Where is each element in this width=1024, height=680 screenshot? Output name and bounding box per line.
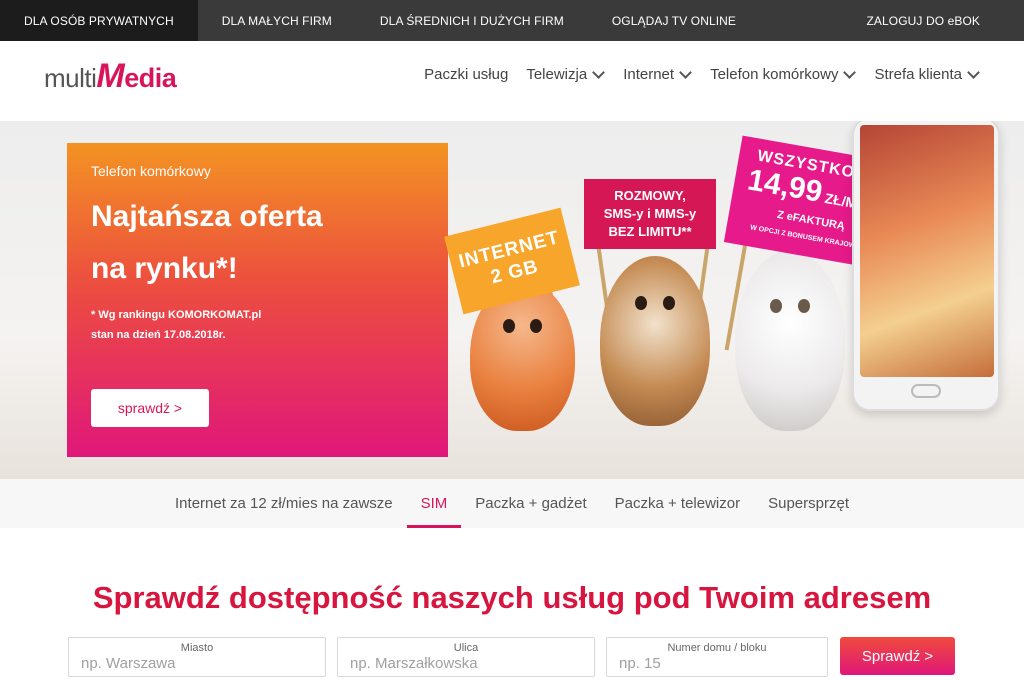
city-field[interactable]: Miasto	[68, 637, 326, 677]
unlimited-sign-line-1: ROZMOWY,	[614, 188, 686, 203]
nav-item-packages[interactable]: Paczki usług	[424, 66, 508, 83]
topbar-item-large-business[interactable]: DLA ŚREDNICH I DUŻYCH FIRM	[356, 0, 588, 41]
promo-eyebrow: Telefon komórkowy	[91, 163, 211, 179]
phone-screen-photo	[860, 125, 994, 377]
promo-footnote: * Wg rankingu KOMORKOMAT.pl stan na dzie…	[91, 305, 424, 345]
main-nav: Paczki usług Telewizja Internet Telefon …	[424, 66, 980, 83]
promo-headline: Najtańsza oferta na rynku*!	[91, 191, 424, 295]
nav-label: Telefon komórkowy	[710, 66, 839, 83]
promo-headline-line-2: na rynku*!	[91, 252, 238, 285]
internet-sign: INTERNET 2 GB	[444, 207, 580, 315]
house-number-field[interactable]: Numer domu / bloku	[606, 637, 828, 677]
logo-media: Media	[96, 57, 176, 96]
logo[interactable]: multi Media	[44, 57, 177, 105]
nav-item-internet[interactable]: Internet	[623, 66, 692, 83]
tab-sim[interactable]: SIM	[406, 479, 462, 528]
white-hamster-illustration	[735, 251, 845, 431]
hero-banner[interactable]: Telefon komórkowy Najtańsza oferta na ry…	[0, 121, 1024, 479]
city-input[interactable]	[81, 655, 313, 672]
house-number-label: Numer domu / bloku	[667, 642, 767, 654]
promo-footnote-line-1: * Wg rankingu KOMORKOMAT.pl	[91, 309, 262, 321]
address-check-title: Sprawdź dostępność naszych usług pod Two…	[92, 580, 932, 615]
top-bar: DLA OSÓB PRYWATNYCH DLA MAŁYCH FIRM DLA …	[0, 0, 1024, 41]
city-label: Miasto	[180, 642, 214, 654]
tab-package-gadget[interactable]: Paczka + gadżet	[461, 479, 600, 528]
nav-label: Paczki usług	[424, 66, 509, 83]
logo-multi: multi	[44, 63, 97, 93]
promo-box: Telefon komórkowy Najtańsza oferta na ry…	[67, 143, 448, 457]
logo-media-m: M	[96, 57, 125, 95]
promo-headline-line-1: Najtańsza oferta	[91, 200, 323, 233]
hamster-eye	[770, 299, 782, 313]
brown-hamster-illustration	[600, 256, 710, 426]
unlimited-sign-line-3: BEZ LIMITU**	[608, 224, 692, 239]
promo-footnote-line-2: stan na dzień 17.08.2018r.	[91, 329, 226, 341]
topbar-item-private[interactable]: DLA OSÓB PRYWATNYCH	[0, 0, 198, 41]
street-input[interactable]	[350, 655, 582, 672]
street-label: Ulica	[453, 642, 479, 654]
hamster-eye	[635, 296, 647, 310]
phone-illustration	[852, 121, 1000, 411]
chevron-down-icon	[843, 66, 857, 79]
nav-item-tv[interactable]: Telewizja	[526, 66, 606, 83]
header: multi Media Paczki usług Telewizja Inter…	[0, 41, 1024, 121]
chevron-down-icon	[592, 66, 606, 79]
hamster-eye	[663, 296, 675, 310]
topbar-item-small-business[interactable]: DLA MAŁYCH FIRM	[198, 0, 356, 41]
nav-item-client-zone[interactable]: Strefa klienta	[874, 66, 980, 83]
phone-home-button	[911, 384, 941, 398]
hamster-eye	[798, 299, 810, 313]
nav-item-mobile[interactable]: Telefon komórkowy	[710, 66, 857, 83]
unlimited-sign-line-2: SMS-y i MMS-y	[603, 206, 697, 221]
check-address-button[interactable]: Sprawdź >	[840, 637, 955, 675]
nav-label: Strefa klienta	[874, 66, 962, 83]
house-number-input[interactable]	[619, 655, 815, 672]
unlimited-sign: ROZMOWY, SMS-y i MMS-y BEZ LIMITU**	[584, 179, 716, 249]
tab-superhardware[interactable]: Supersprzęt	[754, 479, 863, 528]
hamster-eye	[503, 319, 515, 333]
tab-internet[interactable]: Internet za 12 zł/mies na zawsze	[161, 479, 407, 528]
hamster-eye	[530, 319, 542, 333]
tab-package-tv[interactable]: Paczka + telewizor	[601, 479, 754, 528]
street-field[interactable]: Ulica	[337, 637, 595, 677]
chevron-down-icon	[967, 66, 980, 79]
topbar-item-tv-online[interactable]: OGLĄDAJ TV ONLINE	[588, 0, 760, 41]
login-link[interactable]: ZALOGUJ DO eBOK	[842, 0, 1024, 41]
chevron-down-icon	[679, 66, 692, 79]
nav-label: Telewizja	[526, 66, 588, 83]
nav-label: Internet	[623, 66, 675, 83]
promo-check-button[interactable]: sprawdź >	[91, 389, 209, 427]
offer-tabs: Internet za 12 zł/mies na zawsze SIM Pac…	[0, 479, 1024, 528]
logo-media-rest: edia	[124, 63, 177, 93]
